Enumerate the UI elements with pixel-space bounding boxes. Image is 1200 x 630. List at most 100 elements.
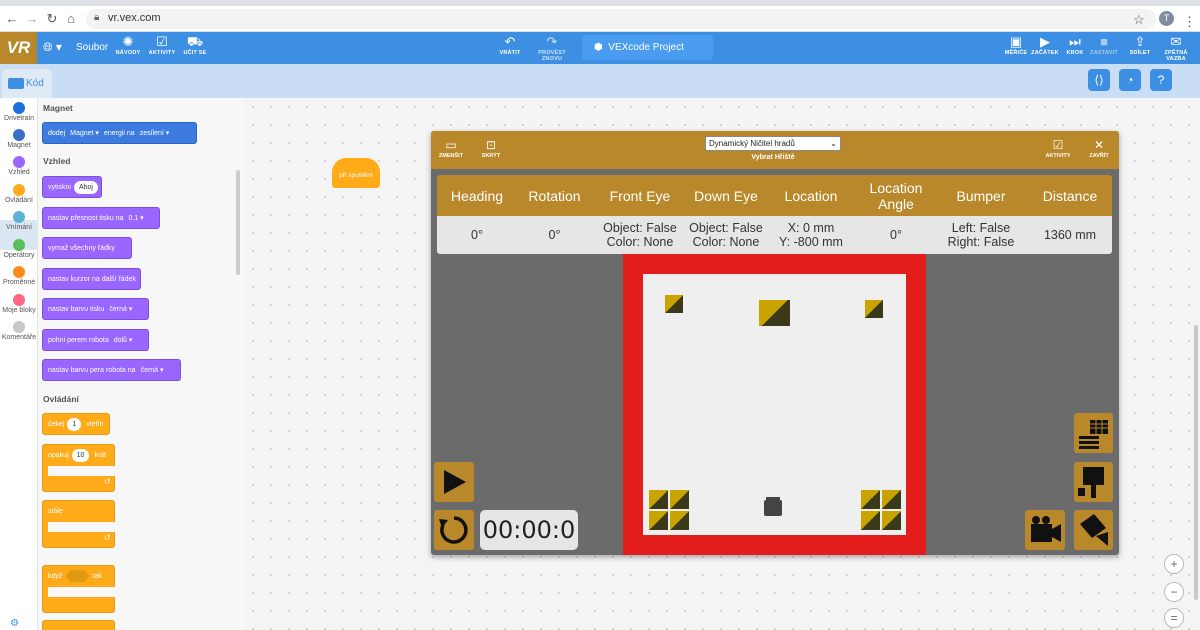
when-started-block[interactable]: při spuštění [332,158,380,188]
mode-dropdown[interactable]: zesílení ▾ [140,130,170,137]
print-color-dropdown[interactable]: černá ▾ [109,306,132,313]
stop-button[interactable]: ■ ZASTAVIT [1084,34,1124,56]
block-text: nastav barvu tisku [48,306,105,313]
category-dot [13,294,25,306]
back-icon[interactable]: ← [4,10,20,28]
top-camera-button[interactable] [1074,462,1113,502]
select-value: Dynamický Ničitel hradů [709,139,795,148]
playground-window: ▭ ZMENŠIT ⊡ SKRÝT Dynamický Ničitel hradů ⌄… [431,131,1119,555]
value-distance: 1360 mm [1043,228,1097,242]
app-header: VR 🌐︎ ▾ Soubor ✺ NÁVODY ☑ AKTIVITY ⛟ UČIT S… [0,32,1200,64]
category-looks[interactable]: Vzhled [0,156,38,176]
sensor-table-header: Heading Rotation Front Eye Down Eye Loca… [437,175,1112,216]
magnet-dropdown[interactable]: Magnet ▾ [70,130,99,137]
pen-color-dropdown[interactable]: černá ▾ [141,367,164,374]
project-name-text: VEXcode Project [608,42,684,53]
undo-button[interactable]: ↶ VRÁTIT [490,34,530,56]
energize-magnet-block[interactable]: dodej Magnet ▾ energii na zesílení ▾ [42,122,197,144]
print-value-input[interactable]: Ahoj [73,181,98,194]
block-text: vytiskni [48,184,71,191]
address-bar[interactable]: 🔒︎ vr.vex.com [86,9,1156,29]
zoom-reset-icon: = [1170,611,1178,625]
dashboard-button[interactable]: ◔ [1119,69,1141,91]
profile-avatar[interactable]: T [1159,11,1174,26]
file-menu[interactable]: Soubor [76,42,108,53]
set-print-color-block[interactable]: nastav barvu tisku černá ▾ [42,298,149,320]
shrink-button[interactable]: ▭ ZMENŠIT [431,137,471,159]
value-front-eye: Object: False Color: None [603,221,677,249]
condition-slot[interactable] [65,570,90,583]
project-name[interactable]: ⬢ VEXcode Project [582,35,713,60]
category-magnet[interactable]: Magnet [0,129,38,149]
flyout-scrollbar[interactable] [236,170,240,275]
workspace-scrollbar[interactable] [1194,325,1198,600]
zoom-out-icon: − [1170,585,1178,599]
hide-button[interactable]: ⊡ SKRÝT [471,137,511,159]
forward-icon[interactable]: → [24,10,40,28]
reset-button[interactable] [434,510,474,550]
playground-select[interactable]: Dynamický Ničitel hradů ⌄ [705,136,841,151]
home-icon[interactable]: ⌂ [63,10,79,28]
wait-block[interactable]: čekej 1 vteřin [42,413,110,435]
redo-button[interactable]: ↷ PROVÉST ZNOVU [530,34,574,62]
follow-camera-button[interactable] [1025,510,1065,550]
help-button[interactable]: ? [1150,69,1172,91]
wait-value-input[interactable]: 1 [67,418,82,431]
close-button[interactable]: ✕ ZAVŘÍT [1079,137,1119,159]
feedback-button[interactable]: ✉ ZPĚTNÁ VAZBA [1154,34,1198,62]
category-control[interactable]: Ovládání [0,184,38,204]
value-down-eye: Object: False Color: None [689,221,763,249]
precision-dropdown[interactable]: 0.1 ▾ [129,215,144,222]
zoom-in-icon: + [1170,557,1178,571]
table-view-button[interactable] [1074,413,1113,453]
set-print-precision-block[interactable]: nastav přesnost tisku na 0.1 ▾ [42,207,160,229]
undo-icon: ↶ [504,34,516,49]
zoom-reset-button[interactable]: = [1164,608,1184,628]
move-pen-block[interactable]: pohni perem robota dolů ▾ [42,329,149,351]
playground-activities-button[interactable]: ☑ AKTIVITY [1038,137,1078,159]
category-drivetrain[interactable]: Drivetrain [0,102,38,122]
value-bumper: Left: False Right: False [947,221,1015,249]
repeat-value-input[interactable]: 10 [71,449,90,462]
header-bumper: Bumper [956,187,1006,204]
zoom-out-button[interactable]: − [1164,582,1184,602]
code-view-button[interactable]: ⟨⟩ [1088,69,1110,91]
teach-button[interactable]: ⛟ UČIT SE [175,34,215,56]
print-block[interactable]: vytiskni Ahoj [42,176,102,198]
play-button[interactable] [434,462,474,502]
category-operators[interactable]: Operátory [0,239,38,259]
hexagon-icon: ⬢ [594,42,603,53]
category-menu: Drivetrain Magnet Vzhled Ovládání Vnímán… [0,98,38,630]
clear-all-rows-block[interactable]: vymaž všechny řádky [42,237,132,259]
vr-logo: VR [0,32,37,64]
activities-icon: ☑ [1052,138,1064,152]
shrink-icon: ▭ [445,138,457,152]
tab-code-label: Kód [26,78,44,89]
castle-block [759,300,790,326]
value-location: X: 0 mm Y: -800 mm [779,221,843,249]
category-dot [13,184,25,196]
set-pen-color-block[interactable]: nastav barvu pera robota na černá ▾ [42,359,181,381]
zoom-in-button[interactable]: + [1164,554,1184,574]
category-comments[interactable]: Komentáře [0,321,38,341]
tab-code[interactable]: Kód [2,69,52,98]
block-text: energii na [103,130,135,137]
if-else-block[interactable] [42,620,115,630]
play-icon [444,470,466,494]
star-icon[interactable]: ☆ [1133,12,1145,28]
header-down-eye: Down Eye [694,187,758,204]
reset-icon [439,516,468,544]
category-sensing[interactable]: Vnímání [0,211,38,231]
menu-icon[interactable]: ⋮ [1183,14,1196,30]
globe-icon[interactable]: 🌐︎ ▾ [43,40,62,55]
pen-dropdown[interactable]: dolů ▾ [114,337,133,344]
forever-slot [48,522,116,532]
angle-camera-button[interactable] [1074,510,1113,550]
category-my-blocks[interactable]: Moje bloky [0,294,38,314]
castle-block [665,295,683,313]
set-cursor-next-row-block[interactable]: nastav kurzor na další řádek [42,268,141,290]
category-variables[interactable]: Proměnné [0,266,38,286]
category-dot [13,211,25,223]
extensions-icon[interactable]: ⚙ [10,618,19,629]
reload-icon[interactable]: ↻ [44,10,60,28]
